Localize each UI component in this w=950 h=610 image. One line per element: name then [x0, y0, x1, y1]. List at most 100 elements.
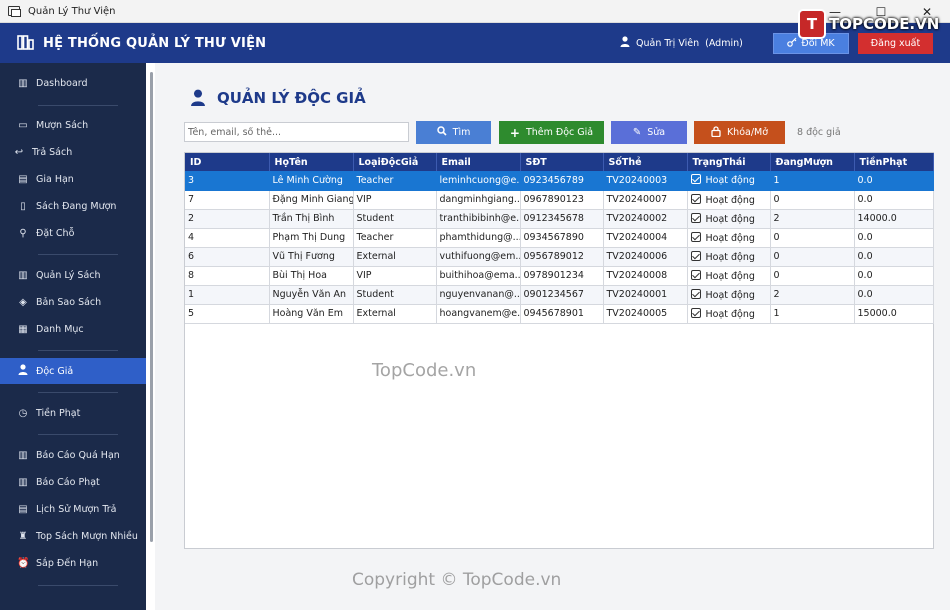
sidebar-item-doc-gia[interactable]: Độc Giả [0, 358, 146, 384]
user-icon [190, 89, 208, 107]
column-header[interactable]: TrạngThái [687, 153, 771, 171]
add-reader-button[interactable]: + Thêm Độc Giả [499, 121, 604, 144]
sidebar-item-ban-sao-sach[interactable]: ◈ Bản Sao Sách [0, 289, 146, 315]
sidebar-item-quan-ly-sach[interactable]: ▥ Quản Lý Sách [0, 262, 146, 288]
brand-logo: T TOPCODE.VN [800, 8, 939, 40]
user-icon [620, 36, 630, 50]
status-text: Hoạt động [705, 289, 755, 301]
table-row[interactable]: 8 Bùi Thị Hoa VIP buithihoa@ema... 09789… [185, 266, 934, 286]
status-cell: Hoạt động [687, 266, 771, 286]
column-header[interactable]: SĐT [520, 153, 604, 171]
search-button[interactable]: Tìm [416, 121, 491, 144]
sidebar-item-label: Sách Đang Mượn [36, 200, 117, 212]
checkbox-checked-icon[interactable] [690, 193, 701, 204]
calendar-icon: ▤ [18, 173, 28, 185]
current-user: Quản Trị Viên (Admin) [620, 23, 743, 63]
sidebar-item-tien-phat[interactable]: ◷ Tiền Phạt [0, 400, 146, 426]
sidebar-divider [38, 585, 118, 586]
sidebar-item-label: Dashboard [36, 77, 88, 89]
table-row[interactable]: 7 Đặng Minh Giang VIP dangminhgiang... 0… [185, 190, 934, 210]
sidebar-item-sap-den-han[interactable]: ⏰ Sắp Đến Hạn [0, 550, 146, 576]
watermark-copyright: Copyright © TopCode.vn [352, 570, 562, 590]
checkbox-checked-icon[interactable] [690, 269, 701, 280]
sidebar-item-label: Gia Hạn [36, 173, 74, 185]
sidebar-item-dashboard[interactable]: ▥ Dashboard [0, 70, 146, 96]
sidebar-item-bao-cao-qua-han[interactable]: ▥ Báo Cáo Quá Hạn [0, 442, 146, 468]
sidebar-item-dat-cho[interactable]: ⚲ Đặt Chỗ [0, 220, 146, 246]
column-header[interactable]: Email [436, 153, 521, 171]
status-text: Hoạt động [705, 308, 755, 320]
table-cell: 2 [770, 285, 855, 305]
sidebar-item-label: Danh Mục [36, 323, 84, 335]
table-cell: 0 [770, 266, 855, 286]
table-row[interactable]: 3 Lê Minh Cường Teacher leminhcuong@e...… [185, 171, 934, 191]
status-text: Hoạt động [705, 251, 755, 263]
table-cell: Trần Thị Bình [269, 209, 354, 229]
table-cell: 0967890123 [520, 190, 604, 210]
table-cell: External [353, 247, 437, 267]
column-header[interactable]: TiềnPhạt [854, 153, 934, 171]
table-cell: Phạm Thị Dung [269, 228, 354, 248]
table-row[interactable]: 1 Nguyễn Văn An Student nguyenvanan@... … [185, 285, 934, 305]
sidebar-item-muon-sach[interactable]: ▭ Mượn Sách [0, 112, 146, 138]
checkbox-checked-icon[interactable] [690, 250, 701, 261]
sidebar-divider [38, 350, 118, 351]
table-cell: hoangvanem@e... [436, 304, 521, 324]
column-header[interactable]: HọTên [269, 153, 354, 171]
report-icon: ▥ [18, 476, 28, 488]
table-cell: External [353, 304, 437, 324]
return-icon: ↩ [14, 146, 24, 158]
table-row[interactable]: 5 Hoàng Văn Em External hoangvanem@e... … [185, 304, 934, 324]
table-cell: Nguyễn Văn An [269, 285, 354, 305]
table-cell: Student [353, 209, 437, 229]
sidebar-item-bao-cao-phat[interactable]: ▥ Báo Cáo Phạt [0, 469, 146, 495]
plus-icon: + [509, 125, 520, 140]
table-row[interactable]: 4 Phạm Thị Dung Teacher phamthidung@... … [185, 228, 934, 248]
trophy-icon: ♜ [18, 530, 28, 542]
checkbox-checked-icon[interactable] [690, 231, 701, 242]
edit-button[interactable]: ✎ Sửa [611, 121, 687, 144]
sidebar-item-gia-han[interactable]: ▤ Gia Hạn [0, 166, 146, 192]
sidebar-divider [38, 392, 118, 393]
sidebar-scrollbar[interactable] [150, 72, 153, 542]
table-cell: vuthifuong@em... [436, 247, 521, 267]
sidebar-item-label: Top Sách Mượn Nhiều [36, 530, 138, 542]
column-header[interactable]: ĐangMượn [770, 153, 855, 171]
status-cell: Hoạt động [687, 247, 771, 267]
sidebar-item-tra-sach[interactable]: ↩ Trả Sách [0, 139, 146, 165]
brand-mark: T [800, 11, 824, 37]
lock-unlock-button[interactable]: Khóa/Mở [694, 121, 785, 144]
table-cell: TV20240007 [603, 190, 688, 210]
checkbox-checked-icon[interactable] [690, 212, 701, 223]
column-header[interactable]: SốThẻ [603, 153, 688, 171]
table-cell: 0.0 [854, 266, 934, 286]
readers-grid: ID HọTên LoạiĐộcGiả Email SĐT SốThẻ Trạn… [185, 153, 934, 324]
table-cell: Vũ Thị Fương [269, 247, 354, 267]
search-input[interactable] [184, 122, 409, 142]
table-row[interactable]: 2 Trần Thị Bình Student tranthibibinh@e.… [185, 209, 934, 229]
sidebar-item-lich-su-muon-tra[interactable]: ▤ Lịch Sử Mượn Trả [0, 496, 146, 522]
table-cell: TV20240002 [603, 209, 688, 229]
table-cell: TV20240005 [603, 304, 688, 324]
column-header[interactable]: LoạiĐộcGiả [353, 153, 437, 171]
sidebar-item-danh-muc[interactable]: ▦ Danh Mục [0, 316, 146, 342]
add-reader-label: Thêm Độc Giả [525, 127, 594, 138]
table-cell: 0956789012 [520, 247, 604, 267]
sidebar-item-label: Báo Cáo Phạt [36, 476, 100, 488]
column-header[interactable]: ID [185, 153, 270, 171]
sidebar-item-top-sach[interactable]: ♜ Top Sách Mượn Nhiều [0, 523, 146, 549]
readers-table: ID HọTên LoạiĐộcGiả Email SĐT SốThẻ Trạn… [184, 152, 934, 549]
checkbox-checked-icon[interactable] [690, 307, 701, 318]
table-cell: 0912345678 [520, 209, 604, 229]
table-cell: 2 [770, 209, 855, 229]
table-row[interactable]: 6 Vũ Thị Fương External vuthifuong@em...… [185, 247, 934, 267]
table-cell: 1 [770, 171, 855, 191]
table-cell: TV20240004 [603, 228, 688, 248]
sidebar-item-sach-dang-muon[interactable]: ▯ Sách Đang Mượn [0, 193, 146, 219]
checkbox-checked-icon[interactable] [690, 288, 701, 299]
sidebar-item-label: Trả Sách [32, 146, 73, 158]
status-text: Hoạt động [705, 270, 755, 282]
table-cell: 0901234567 [520, 285, 604, 305]
table-cell: 0 [770, 247, 855, 267]
checkbox-checked-icon[interactable] [690, 174, 701, 185]
